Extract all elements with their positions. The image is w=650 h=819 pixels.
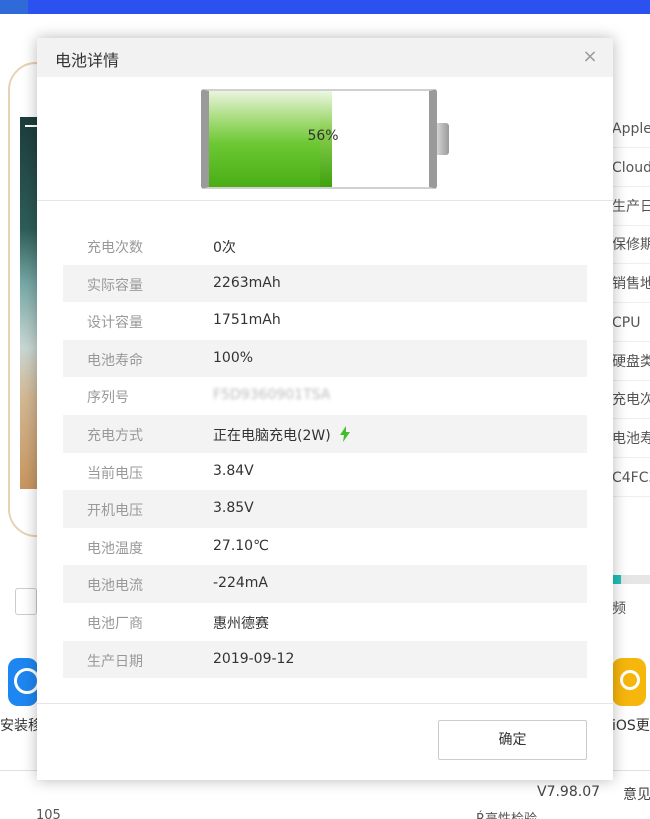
info-row-label: 充电次数 [87, 240, 143, 256]
confirm-button[interactable]: 确定 [438, 720, 587, 760]
info-row-label: 电池寿命 [87, 352, 143, 369]
info-row: 生产日期 2019-09-12 [63, 640, 587, 679]
info-row-label: 开机电压 [87, 503, 143, 520]
info-row: 当前电压 3.84V [63, 453, 587, 491]
background-small-label: 频 [612, 601, 626, 617]
app-top-bar-left [0, 0, 28, 14]
device-info-row: Apple [612, 110, 650, 148]
device-info-row: 销售地 [612, 265, 650, 303]
info-row-label: 电池电流 [87, 578, 143, 595]
info-row-label: 序列号 [87, 390, 129, 407]
device-info-row: 电池寿 [612, 420, 650, 458]
device-info-row: 保修期 [612, 226, 650, 264]
device-info-row: CPU [612, 304, 650, 342]
app-top-bar [0, 0, 650, 14]
info-row-value: 2263mAh [213, 275, 281, 291]
info-row-label: 生产日期 [87, 653, 143, 670]
info-row-value: 正在电脑充电(2W) [213, 425, 351, 445]
install-app-label: 安装移 [0, 718, 42, 734]
info-row-value: 100% [213, 350, 253, 366]
info-row: 序列号 F5D9360901TSA [63, 377, 587, 415]
info-row-value-text: 0次 [213, 240, 236, 256]
device-info-row: 硬盘类 [612, 343, 650, 381]
info-row-value-text: F5D9360901TSA [213, 387, 331, 404]
info-row-value: 2019-09-12 [213, 651, 294, 667]
info-row: 实际容量 2263mAh [63, 264, 587, 303]
info-row: 电池电流 -224mA [63, 565, 587, 603]
battery-details-dialog: 电池详情 × 56% 充电次数 0次实际容量 2263mAh 设计容量 1751mAh 电… [37, 38, 613, 780]
info-row-value: 3.85V [213, 500, 254, 516]
device-info-row: 生产日 [612, 188, 650, 226]
info-row-value: 1751mAh [213, 312, 281, 328]
storage-bar [612, 575, 650, 584]
info-row: 设计容量 1751mAh [63, 302, 587, 340]
background-button[interactable] [15, 588, 37, 615]
battery-info-list: 充电次数 0次实际容量 2263mAh 设计容量 1751mAh 电池寿命 100% 序列号 F… [63, 227, 587, 679]
info-row-label: 电池厂商 [87, 615, 143, 632]
info-row: 充电次数 0次 [63, 227, 587, 265]
info-row-label: 电池温度 [87, 540, 143, 557]
info-row-value-text: 2019-09-12 [213, 650, 295, 667]
device-info-row: Cloud [612, 149, 650, 187]
battery-percentage: 56% [307, 128, 339, 144]
info-row-value-text: 3.84V [213, 462, 254, 479]
ios-update-icon[interactable] [612, 658, 646, 706]
info-row-value: 3.84V [213, 463, 254, 479]
info-row: 电池厂商 惠州德赛 [63, 603, 587, 641]
info-row-label: 充电方式 [87, 427, 143, 444]
info-row-value-text: 2263mAh [213, 274, 281, 291]
info-row: 开机电压 3.85V [63, 490, 587, 528]
dialog-header: 电池详情 × [37, 38, 613, 77]
info-row: 充电方式 正在电脑充电(2W) [63, 414, 587, 453]
device-info-row: C4FC3 [612, 459, 650, 497]
dialog-title: 电池详情 [55, 51, 120, 70]
footer-left-text: 105 [36, 808, 61, 819]
dialog-footer-divider [37, 703, 613, 704]
info-row-value: 27.10℃ [213, 538, 269, 554]
info-row-label: 当前电压 [87, 465, 143, 482]
info-row-value: F5D9360901TSA [213, 387, 330, 403]
info-row-label: 实际容量 [87, 277, 143, 294]
device-info-row: 充电次 [612, 381, 650, 419]
ios-update-label: iOS更新 [612, 718, 650, 734]
info-row-value-text: -224mA [213, 575, 268, 592]
info-row: 电池寿命 100% [63, 339, 587, 378]
info-row-label: 设计容量 [87, 315, 143, 332]
info-row-value-text: 正在电脑充电(2W) [213, 427, 331, 444]
footer-mid-text: Ŕ高性检验 [476, 808, 537, 819]
feedback-link[interactable]: 意见 [623, 784, 650, 804]
info-row-value-text: 3.85V [213, 500, 254, 517]
info-row-value-text: 1751mAh [213, 312, 281, 329]
info-row-value-text: 100% [213, 349, 254, 366]
version-label: V7.98.07 [537, 784, 601, 800]
info-row-value: 0次 [213, 237, 236, 257]
info-row-value: -224mA [213, 575, 268, 591]
install-app-icon[interactable] [8, 658, 40, 706]
dialog-divider [37, 200, 613, 201]
close-icon[interactable]: × [579, 46, 601, 68]
info-row-value-text: 惠州德赛 [213, 615, 269, 632]
battery-icon: 56% [201, 89, 449, 189]
info-row: 电池温度 27.10℃ [63, 528, 587, 566]
info-row-value: 惠州德赛 [213, 613, 269, 633]
charging-bolt-icon [339, 425, 350, 442]
info-row-value-text: 27.10℃ [213, 537, 269, 554]
